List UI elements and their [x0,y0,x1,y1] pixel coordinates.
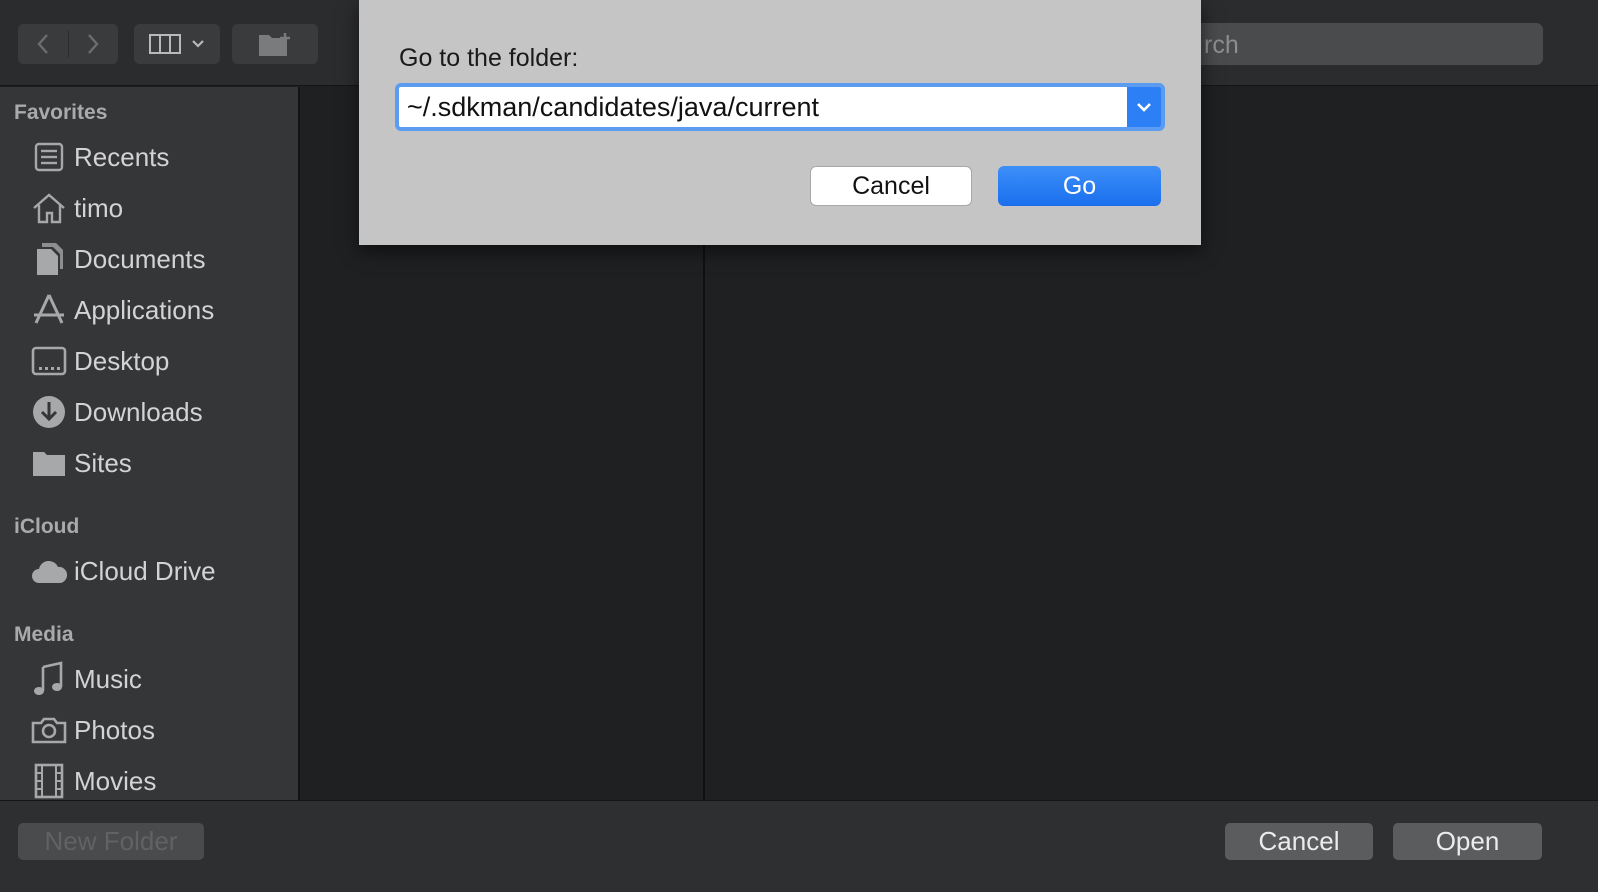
go-button[interactable]: Go [998,166,1161,206]
folder-path-combobox [395,83,1165,131]
sidebar-item-label: timo [74,192,124,223]
sidebar-item-label: Downloads [74,396,203,427]
cloud-icon [28,551,70,591]
sidebar-item-sites[interactable]: Sites [28,441,293,485]
sidebar-item-applications[interactable]: Applications [28,288,293,332]
sidebar-item-recents[interactable]: Recents [28,135,293,179]
desktop-icon [28,341,70,381]
favorites-section-title: Favorites [14,101,108,124]
documents-icon [28,239,70,279]
sidebar-item-desktop[interactable]: Desktop [28,339,293,383]
home-icon [28,188,70,228]
sidebar-item-label: Documents [74,243,206,274]
applications-icon [28,290,70,330]
film-icon [28,761,70,800]
recents-icon [28,137,70,177]
sidebar-item-home[interactable]: timo [28,186,293,230]
go-to-folder-sheet: Go to the folder: Cancel Go [359,0,1201,245]
folder-icon [28,443,70,483]
sidebar-item-label: Music [74,663,142,694]
sidebar-item-label: iCloud Drive [74,555,216,586]
chevron-left-icon [37,34,48,54]
camera-icon [28,710,70,750]
new-folder-button[interactable]: New Folder [18,823,204,860]
sheet-cancel-button[interactable]: Cancel [810,166,972,206]
icloud-section-title: iCloud [14,515,80,538]
sidebar-item-label: Movies [74,765,157,796]
music-icon [28,659,70,699]
sidebar-item-label: Sites [74,447,132,478]
back-button[interactable] [18,24,68,64]
sidebar: Favorites Recents timo Documents Applica… [0,87,300,800]
sidebar-item-music[interactable]: Music [28,657,293,701]
search-placeholder: rch [1204,31,1239,59]
sidebar-item-downloads[interactable]: Downloads [28,390,293,434]
sidebar-item-label: Desktop [74,345,170,376]
view-mode-button[interactable] [134,24,220,64]
folder-path-input[interactable] [399,87,1127,127]
sidebar-item-label: Applications [74,294,215,325]
columns-view-icon [149,34,181,54]
chevron-right-icon [88,34,99,54]
sidebar-item-documents[interactable]: Documents [28,237,293,281]
sheet-title: Go to the folder: [399,44,579,72]
folder-plus-icon [259,33,290,56]
downloads-icon [28,392,70,432]
forward-button[interactable] [68,24,118,64]
chevron-down-icon [192,40,204,48]
search-field[interactable]: rch [1180,23,1543,65]
sidebar-item-photos[interactable]: Photos [28,708,293,752]
path-history-dropdown-button[interactable] [1127,87,1161,127]
sidebar-item-label: Photos [74,714,155,745]
open-button[interactable]: Open [1393,823,1542,860]
nav-button-group [18,24,118,64]
cancel-button[interactable]: Cancel [1225,823,1373,860]
new-folder-toolbar-button[interactable] [232,24,318,64]
media-section-title: Media [14,623,74,646]
chevron-down-icon [1137,103,1151,112]
sidebar-item-icloud-drive[interactable]: iCloud Drive [28,549,293,593]
sidebar-item-label: Recents [74,141,170,172]
sidebar-item-movies[interactable]: Movies [28,759,293,800]
bottom-bar: New Folder Cancel Open [0,800,1598,892]
